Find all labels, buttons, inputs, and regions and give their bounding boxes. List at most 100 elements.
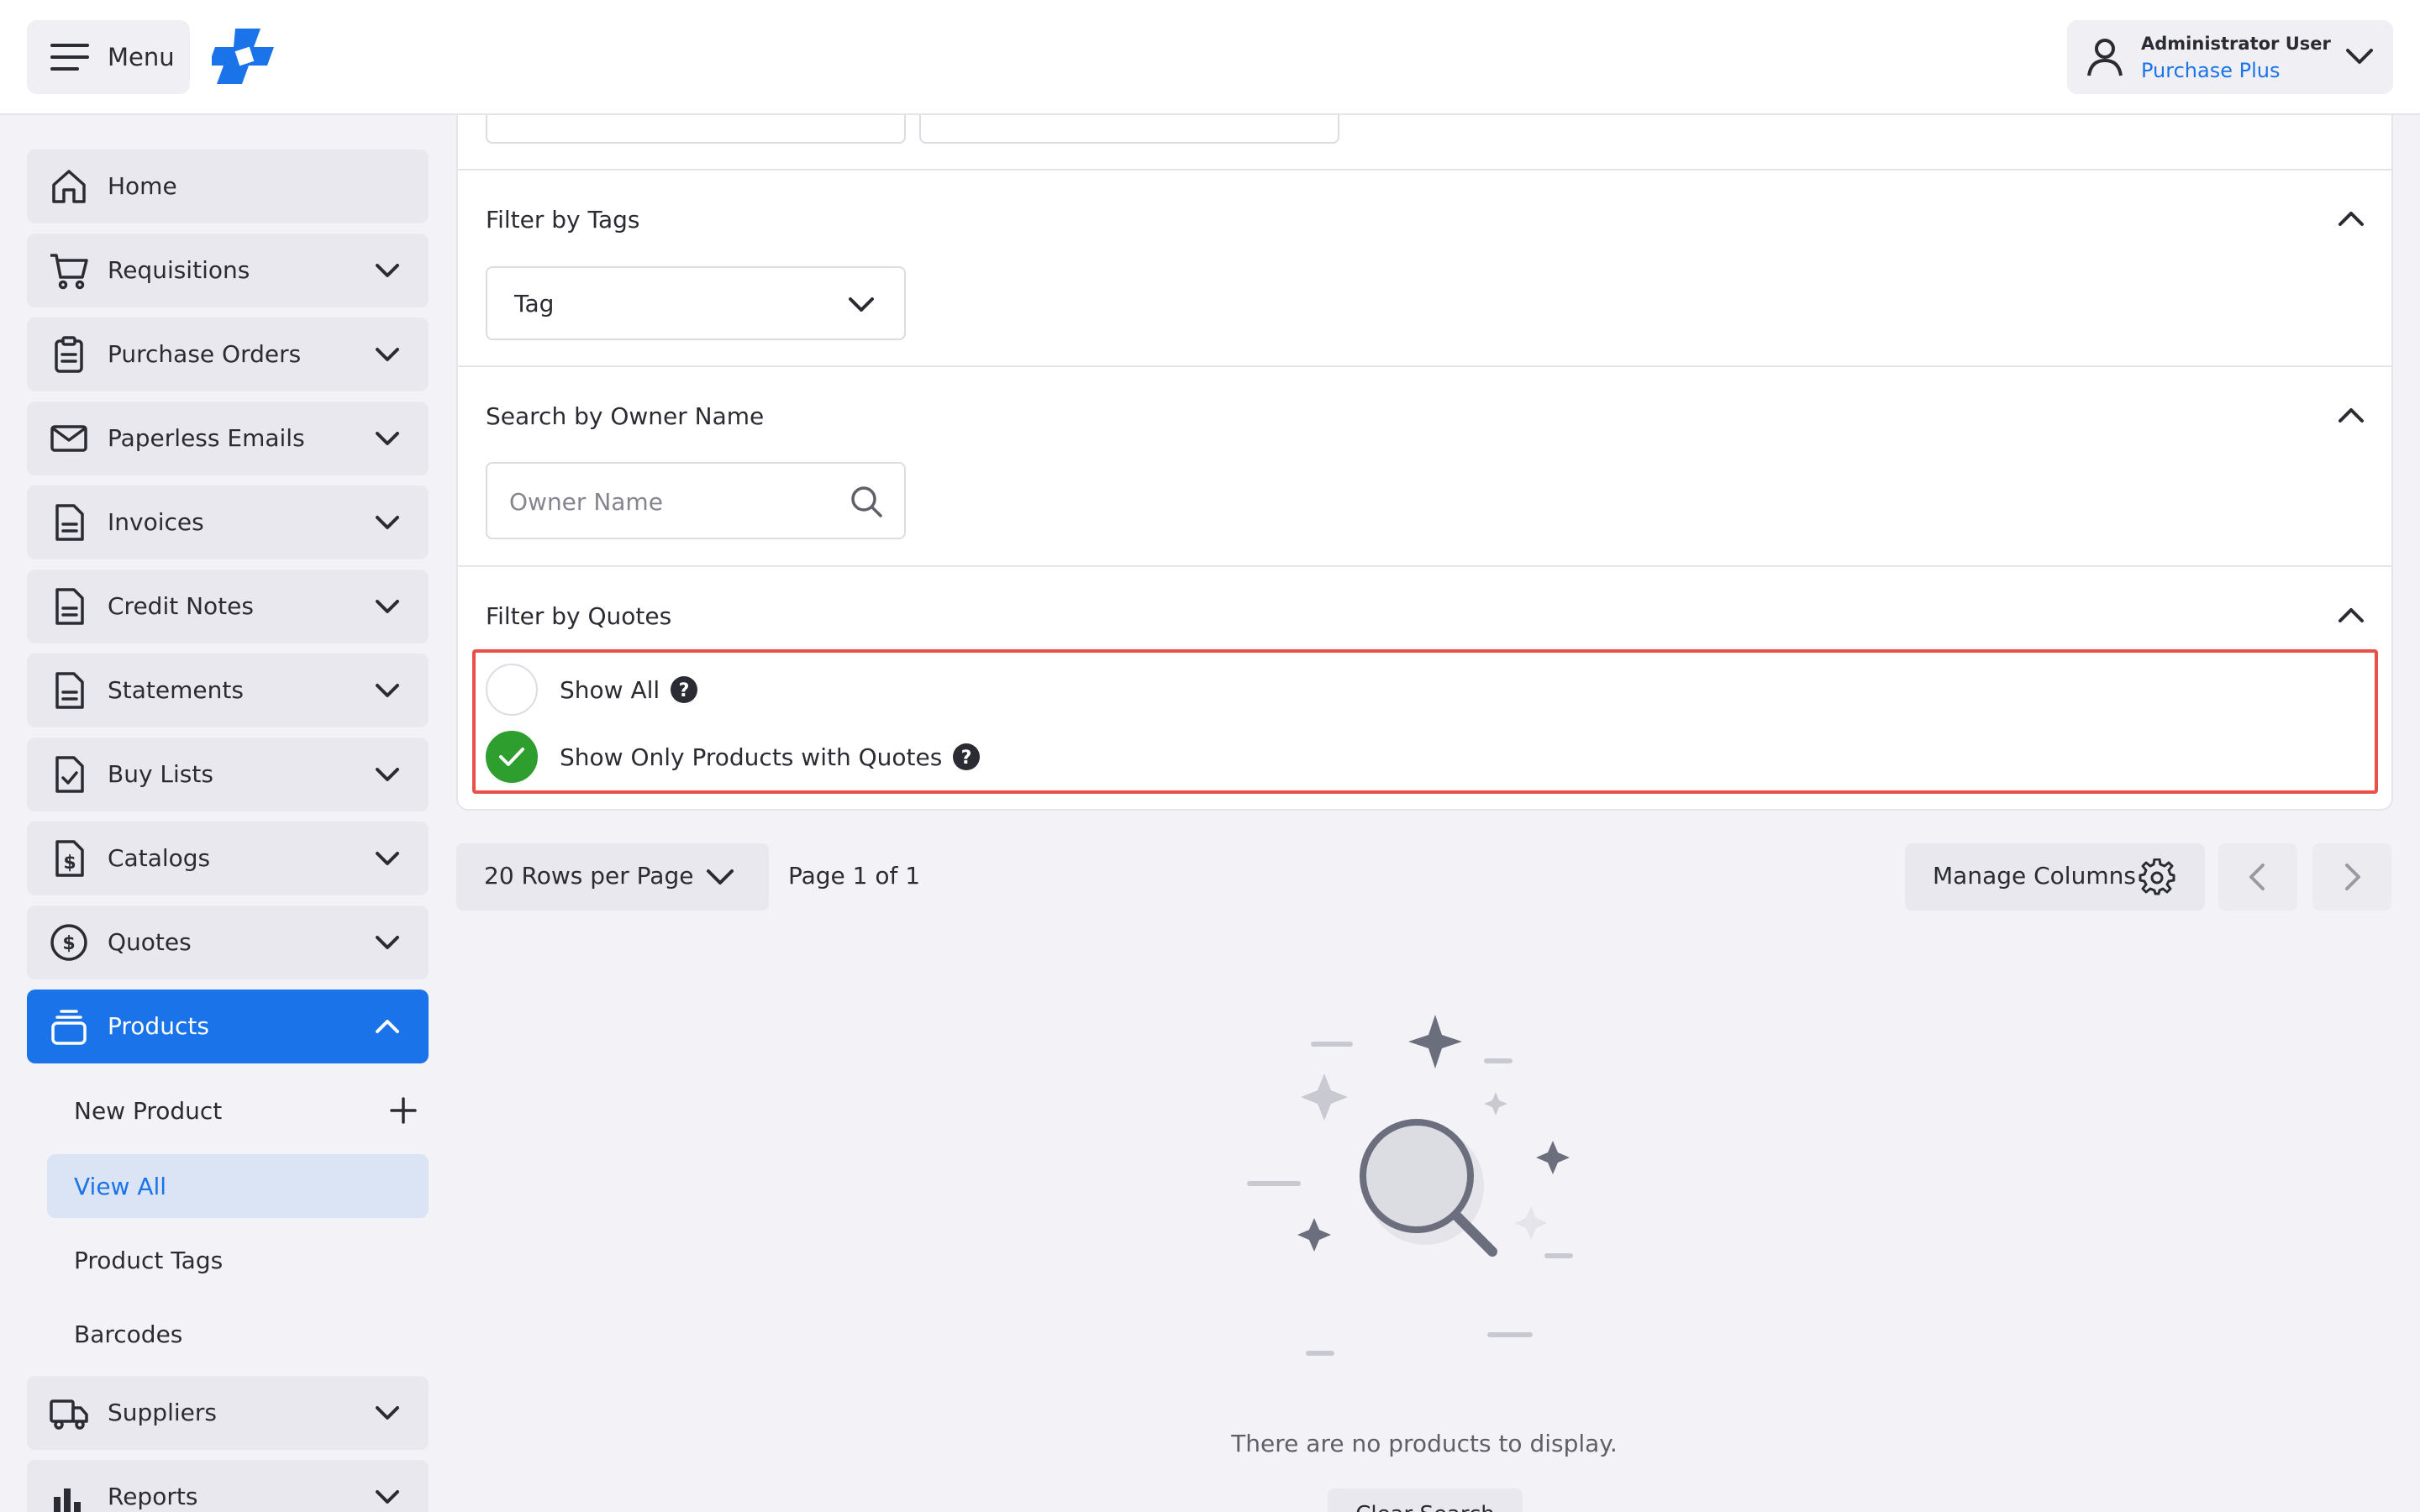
sidebar-subitem-barcodes[interactable]: Barcodes [47,1302,429,1366]
document-icon [55,672,84,709]
sidebar-item-label: Invoices [108,508,204,536]
svg-text:$: $ [62,933,75,954]
filter-panel: Filter by Tags Tag Search by Owner Name … [456,115,2393,811]
gear-icon [2139,858,2175,895]
quote-filter-options: Show All ? Show Only Products with Quote… [472,649,2378,794]
dollar-circle-icon: $ [50,924,87,961]
rows-per-page-select[interactable]: 20 Rows per Page [456,843,769,911]
chevron-up-icon[interactable] [2337,604,2365,627]
sidebar-item-label: Home [108,172,177,200]
chevron-down-icon [707,869,734,885]
sidebar-subitem-view-all[interactable]: View All [47,1154,429,1218]
sidebar-item-catalogs[interactable]: $ Catalogs [27,822,429,895]
sidebar-subitem-label: View All [74,1173,167,1200]
sidebar-item-label: Catalogs [108,844,211,872]
chevron-down-icon [376,264,399,277]
sidebar-item-label: Statements [108,676,244,704]
previous-page-button[interactable] [2218,843,2297,911]
sidebar-item-home[interactable]: Home [27,150,429,223]
filter-quotes-title: Filter by Quotes [486,602,672,630]
radio-label: Show Only Products with Quotes [560,743,943,771]
sidebar-item-quotes[interactable]: $ Quotes [27,906,429,979]
chevron-down-icon [849,297,874,312]
sidebar-item-paperless-emails[interactable]: Paperless Emails [27,402,429,475]
quote-option-show-all[interactable]: Show All ? [486,663,698,717]
chevron-down-icon [376,1490,399,1504]
sidebar-item-statements[interactable]: Statements [27,654,429,727]
next-page-button[interactable] [2312,843,2391,911]
chevron-down-icon [376,432,399,445]
sidebar-item-requisitions[interactable]: Requisitions [27,234,429,307]
document-icon [55,588,84,625]
cart-icon [50,254,88,290]
top-bar: Menu Administrator User Purchase Plus [0,0,2420,115]
quote-option-only-quotes[interactable]: Show Only Products with Quotes ? [486,730,981,784]
sidebar-item-products[interactable]: Products [27,990,429,1063]
filter-field-partial[interactable] [919,115,1339,144]
bar-chart-icon [54,1488,81,1512]
chevron-up-icon[interactable] [2337,404,2365,428]
sidebar-subitem-new-product[interactable]: New Product [47,1079,429,1142]
menu-label: Menu [108,43,175,71]
radio-only-quotes[interactable] [486,731,538,783]
chevron-left-icon [2249,864,2265,890]
sidebar-item-label: Suppliers [108,1399,217,1426]
app-logo[interactable] [208,25,277,94]
sidebar-item-purchase-orders[interactable]: Purchase Orders [27,318,429,391]
clipboard-icon [55,336,83,373]
sidebar-item-label: Purchase Orders [108,340,302,368]
menu-button[interactable]: Menu [27,20,190,94]
chevron-up-icon[interactable] [2337,207,2365,231]
chevron-right-icon [2345,864,2360,890]
tag-select[interactable]: Tag [486,266,906,340]
chevron-down-icon [2346,49,2373,64]
search-icon[interactable] [849,484,884,519]
logo-icon [208,29,274,84]
sidebar-item-label: Reports [108,1483,198,1510]
sidebar-item-buy-lists[interactable]: Buy Lists [27,738,429,811]
sidebar-item-reports[interactable]: Reports [27,1460,429,1512]
organisation-name: Purchase Plus [2141,59,2281,82]
sidebar-subitem-label: Barcodes [74,1320,183,1348]
manage-columns-button[interactable]: Manage Columns [1905,843,2205,911]
svg-text:?: ? [679,680,690,701]
chevron-down-icon [376,936,399,949]
filter-field-partial[interactable] [486,115,906,144]
help-icon[interactable]: ? [670,675,698,704]
page-info: Page 1 of 1 [788,862,921,890]
user-icon [2087,39,2123,76]
hamburger-icon [50,44,89,71]
user-menu[interactable]: Administrator User Purchase Plus [2067,20,2393,94]
sidebar-item-label: Requisitions [108,256,250,284]
help-icon[interactable]: ? [952,743,981,771]
clear-search-button[interactable]: Clear Search [1328,1488,1523,1512]
checkmark-icon [499,748,524,766]
manage-columns-label: Manage Columns [1933,862,2136,890]
empty-search-illustration [1247,1015,1573,1356]
clear-search-label: Clear Search [1328,1502,1523,1512]
owner-search-title: Search by Owner Name [486,402,765,430]
section-divider [458,365,2391,367]
owner-name-field[interactable] [486,462,906,539]
radio-show-all[interactable] [486,664,538,716]
sidebar-subitem-label: New Product [74,1097,223,1125]
svg-text:$: $ [63,853,76,874]
chevron-down-icon [376,348,399,361]
empty-state-message: There are no products to display. [1231,1430,1618,1457]
sidebar-item-suppliers[interactable]: Suppliers [27,1376,429,1450]
sidebar-item-label: Credit Notes [108,592,254,620]
chevron-down-icon [376,516,399,529]
sidebar-item-label: Paperless Emails [108,424,305,452]
owner-name-input[interactable] [509,480,845,522]
radio-label: Show All [560,675,660,704]
dollar-document-icon: $ [55,840,84,877]
sidebar-subitem-product-tags[interactable]: Product Tags [47,1228,429,1292]
sidebar-item-invoices[interactable]: Invoices [27,486,429,559]
chevron-down-icon [376,684,399,697]
sidebar-item-label: Quotes [108,928,192,956]
home-icon [52,170,86,203]
filter-tags-title: Filter by Tags [486,206,640,234]
section-divider [458,169,2391,171]
sidebar-item-credit-notes[interactable]: Credit Notes [27,570,429,643]
rows-per-page-label: 20 Rows per Page [484,862,694,890]
